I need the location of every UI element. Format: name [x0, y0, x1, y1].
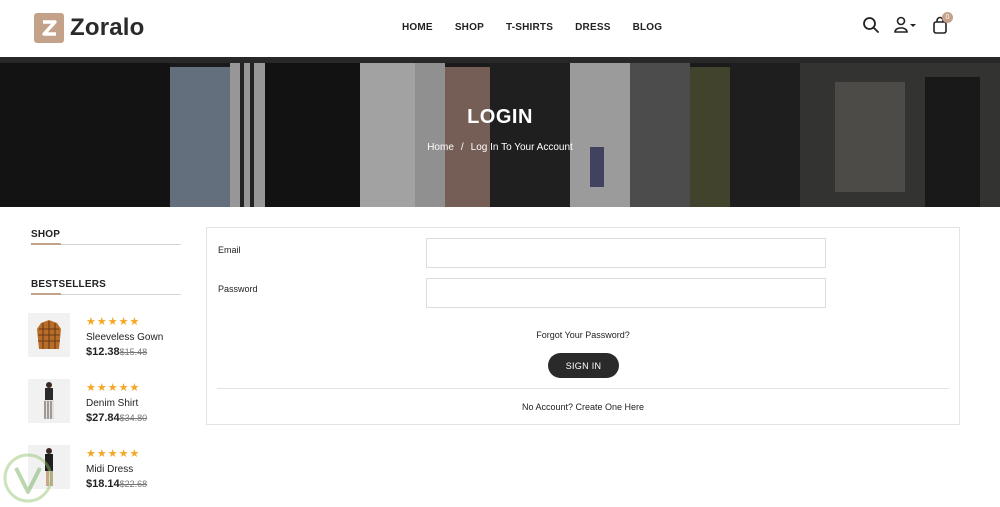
main-nav: HOME SHOP T-SHIRTS DRESS BLOG	[402, 22, 684, 33]
logo-icon	[34, 13, 64, 43]
nav-home[interactable]: HOME	[402, 22, 433, 33]
current-price: $27.84	[86, 412, 120, 424]
nav-tshirts[interactable]: T-SHIRTS	[506, 22, 553, 33]
password-label: Password	[218, 284, 258, 294]
bestseller-item[interactable]: ★★★★★ Sleeveless Gown $12.38$15.48	[28, 313, 188, 363]
nav-shop[interactable]: SHOP	[455, 22, 484, 33]
nav-blog[interactable]: BLOG	[633, 22, 663, 33]
login-form: Email Password Forgot Your Password? SIG…	[206, 227, 960, 425]
sign-in-button[interactable]: SIGN IN	[548, 353, 619, 378]
password-field[interactable]	[426, 278, 826, 308]
user-icon[interactable]	[894, 16, 916, 36]
current-price: $12.38	[86, 346, 120, 358]
watermark-logo	[2, 452, 54, 504]
product-price: $18.14$22.68	[86, 478, 147, 490]
breadcrumb: Home / Log In To Your Account	[0, 142, 1000, 153]
sidebar-shop-title[interactable]: SHOP	[31, 229, 60, 240]
bag-icon[interactable]: 0	[932, 12, 953, 36]
page-title: LOGIN	[467, 106, 533, 128]
old-price: $34.80	[119, 413, 148, 423]
bestseller-item[interactable]: ★★★★★ Denim Shirt $27.84$34.80	[28, 379, 188, 429]
product-thumbnail[interactable]	[28, 313, 70, 357]
banner-overlay	[0, 57, 1000, 207]
caret-down-icon	[910, 24, 916, 27]
product-thumbnail[interactable]	[28, 379, 70, 423]
cart-count-badge: 0	[942, 12, 953, 23]
breadcrumb-home[interactable]: Home	[427, 142, 454, 153]
shop-title-accent	[31, 243, 61, 245]
rating-stars: ★★★★★	[86, 448, 141, 460]
search-icon[interactable]	[862, 16, 882, 36]
breadcrumb-current: Log In To Your Account	[470, 142, 573, 153]
forgot-password-link[interactable]: Forgot Your Password?	[207, 330, 959, 340]
email-label: Email	[218, 245, 241, 255]
old-price: $15.48	[119, 347, 148, 357]
old-price: $22.68	[119, 479, 148, 489]
brand-logo[interactable]: Zoralo	[34, 13, 145, 43]
sidebar-bestsellers-title: BESTSELLERS	[31, 279, 106, 290]
create-account-link[interactable]: No Account? Create One Here	[207, 402, 959, 412]
product-price: $12.38$15.48	[86, 346, 147, 358]
product-name[interactable]: Denim Shirt	[86, 398, 138, 409]
product-price: $27.84$34.80	[86, 412, 147, 424]
page-banner: LOGIN Home / Log In To Your Account	[0, 57, 1000, 207]
product-name[interactable]: Sleeveless Gown	[86, 332, 163, 343]
rating-stars: ★★★★★	[86, 382, 141, 394]
product-name[interactable]: Midi Dress	[86, 464, 133, 475]
nav-dress[interactable]: DRESS	[575, 22, 610, 33]
form-divider	[217, 388, 949, 389]
current-price: $18.14	[86, 478, 120, 490]
rating-stars: ★★★★★	[86, 316, 141, 328]
breadcrumb-separator: /	[460, 142, 464, 153]
brand-name: Zoralo	[70, 14, 145, 41]
email-field[interactable]	[426, 238, 826, 268]
site-header: Zoralo HOME SHOP T-SHIRTS DRESS BLOG 0	[0, 0, 1000, 57]
bestsellers-title-accent	[31, 293, 61, 295]
